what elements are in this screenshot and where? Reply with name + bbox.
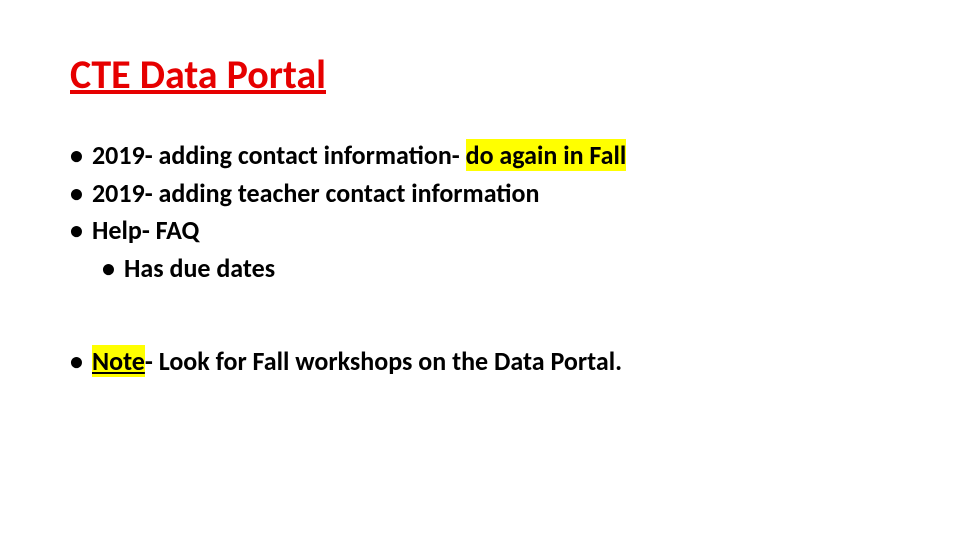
bullet-text: Has due dates xyxy=(124,252,275,284)
note-text: - Look for Fall workshops on the Data Po… xyxy=(145,345,622,377)
list-item-sub: Has due dates xyxy=(102,250,890,288)
bullet-list: 2019- adding contact information- do aga… xyxy=(70,137,890,288)
slide-container: CTE Data Portal 2019- adding contact inf… xyxy=(0,0,960,430)
list-item: 2019- adding teacher contact information xyxy=(70,175,890,213)
bullet-text: Help- FAQ xyxy=(92,214,199,246)
bullet-text: 2019- adding teacher contact information xyxy=(92,177,539,209)
list-item: Help- FAQ xyxy=(70,212,890,250)
page-title: CTE Data Portal xyxy=(70,50,890,99)
highlighted-text: do again in Fall xyxy=(466,139,627,171)
note-highlight: Note xyxy=(92,345,145,377)
spacer xyxy=(70,288,890,343)
bullet-list-note: Note- Look for Fall workshops on the Dat… xyxy=(70,343,890,381)
bullet-text-prefix: 2019- adding contact information- xyxy=(92,139,466,171)
list-item: Note- Look for Fall workshops on the Dat… xyxy=(70,343,890,381)
list-item: 2019- adding contact information- do aga… xyxy=(70,137,890,175)
